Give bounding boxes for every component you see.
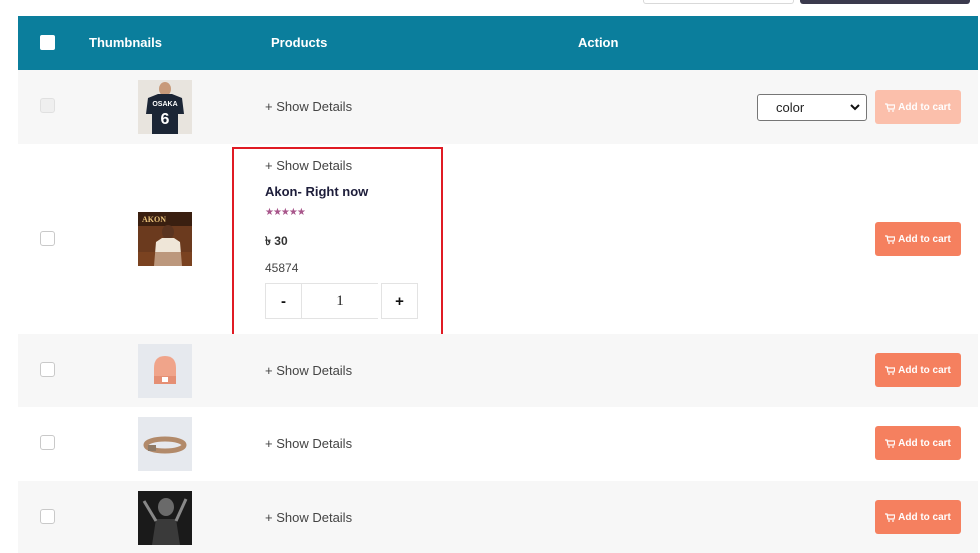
add-to-cart-button[interactable]: Add to cart [875,90,961,124]
product-title[interactable]: Akon- Right now [265,184,368,199]
row-checkbox[interactable] [40,231,55,246]
quantity-decrease-button[interactable]: - [265,283,302,319]
belt-image [138,417,192,471]
product-thumbnail[interactable] [138,417,192,471]
product-thumbnail[interactable]: AKON [138,212,192,266]
show-details-link[interactable]: + Show Details [265,363,352,378]
top-field-fragment[interactable] [643,0,794,4]
table-row: + Show Details Add to cart [18,334,978,407]
col-action-heading: Action [578,35,619,50]
chevron-down-icon [850,104,860,111]
product-price: ৳ 30 [265,234,288,248]
quantity-increase-button[interactable]: + [381,283,418,319]
add-to-cart-button[interactable]: Add to cart [875,353,961,387]
col-thumbnails-heading: Thumbnails [89,35,162,50]
color-select-value: color [776,100,805,115]
show-details-link[interactable]: + Show Details [265,158,352,173]
quantity-input[interactable]: 1 [302,283,378,319]
album-cover-image: AKON [138,212,192,266]
row-checkbox[interactable] [40,509,55,524]
rating-stars: ★★★★★ [265,207,306,218]
add-to-cart-button[interactable]: Add to cart [875,222,961,256]
show-details-link[interactable]: + Show Details [265,99,352,114]
svg-text:OSAKA: OSAKA [152,101,177,108]
product-table: Thumbnails Products Action OSAKA 6 + Sho… [18,16,978,553]
row-checkbox[interactable] [40,362,55,377]
product-sku: 45874 [265,261,299,275]
cart-icon [885,234,896,244]
cart-icon [885,438,896,448]
add-to-cart-button[interactable]: Add to cart [875,500,961,534]
table-row: OSAKA 6 + Show Details color Add to cart [18,70,978,144]
top-button-fragment[interactable] [800,0,970,4]
cart-icon [885,365,896,375]
product-thumbnail[interactable] [138,344,192,398]
add-to-cart-label: Add to cart [898,101,951,113]
beanie-image [138,344,192,398]
show-details-link[interactable]: + Show Details [265,510,352,525]
add-to-cart-label: Add to cart [898,364,951,376]
product-table-page: Thumbnails Products Action OSAKA 6 + Sho… [0,0,980,553]
show-details-link[interactable]: + Show Details [265,436,352,451]
product-thumbnail[interactable]: OSAKA 6 [138,80,192,134]
row-checkbox[interactable] [40,435,55,450]
tshirt-image: OSAKA 6 [138,80,192,134]
svg-text:AKON: AKON [142,215,166,224]
svg-text:6: 6 [161,111,170,128]
col-products-heading: Products [271,35,328,50]
table-row: + Show Details Add to cart [18,481,978,553]
table-row: AKON + Show Details Akon- Right now ★★★★… [18,144,978,341]
add-to-cart-button[interactable]: Add to cart [875,426,961,460]
cart-icon [885,102,896,112]
add-to-cart-label: Add to cart [898,511,951,523]
product-thumbnail[interactable] [138,491,192,545]
add-to-cart-label: Add to cart [898,233,951,245]
table-row: + Show Details Add to cart [18,407,978,481]
table-header: Thumbnails Products Action [18,16,978,70]
select-all-checkbox[interactable] [40,35,55,50]
row-checkbox[interactable] [40,98,55,113]
add-to-cart-label: Add to cart [898,437,951,449]
cart-icon [885,512,896,522]
quantity-stepper: - 1 + [265,283,418,319]
color-select[interactable]: color [757,94,867,121]
album-portrait-image [138,491,192,545]
